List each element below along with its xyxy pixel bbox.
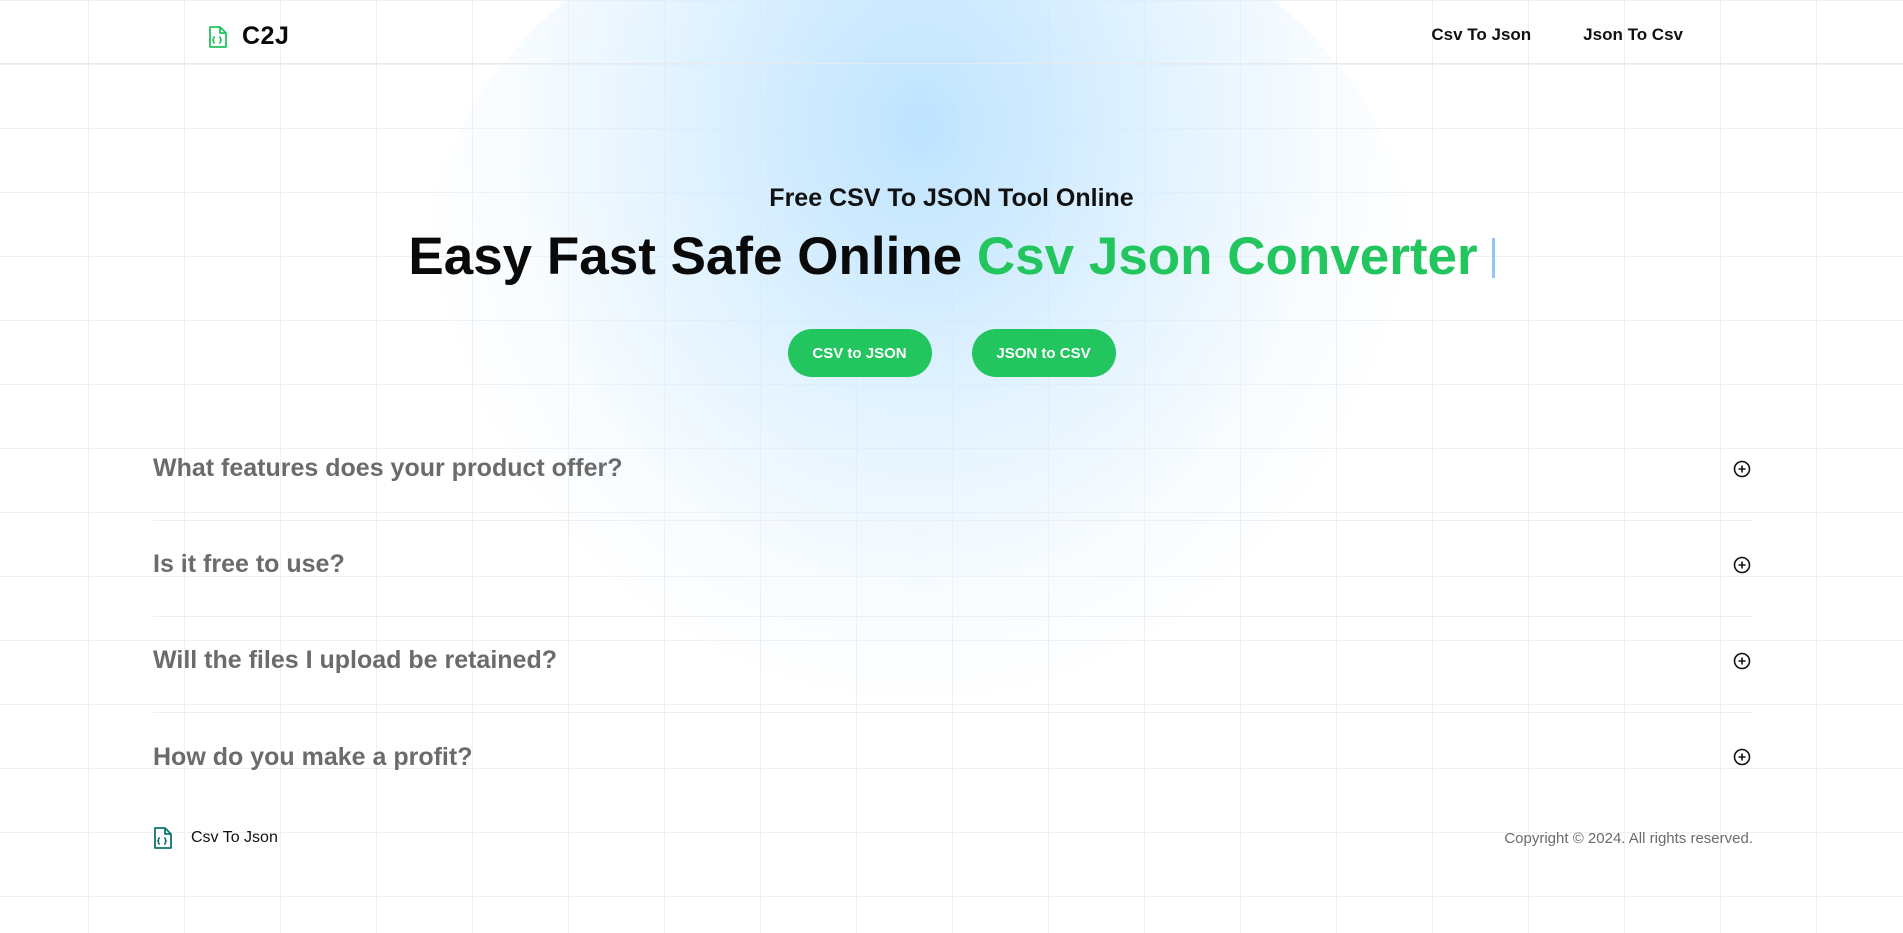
logo-link[interactable]: C2J: [208, 22, 289, 51]
faq-list: What features does your product offer? I…: [153, 425, 1753, 809]
faq-item[interactable]: How do you make a profit?: [153, 713, 1753, 809]
footer: Csv To Json Copyright © 2024. All rights…: [153, 826, 1753, 850]
logo-text: C2J: [242, 22, 290, 50]
faq-item[interactable]: Will the files I upload be retained?: [153, 617, 1753, 713]
hero-buttons: CSV to JSON JSON to CSV: [0, 329, 1903, 377]
plus-circle-icon[interactable]: [1733, 556, 1751, 574]
hero-title-accent: Csv Json Converter: [976, 227, 1478, 286]
typing-caret: [1491, 238, 1495, 278]
hero-title: Easy Fast Safe Online Csv Json Converter: [0, 226, 1903, 287]
main-nav: Csv To Json Json To Csv: [1431, 25, 1683, 45]
plus-circle-icon[interactable]: [1733, 460, 1751, 478]
faq-question: Will the files I upload be retained?: [153, 646, 557, 674]
footer-brand-text: Csv To Json: [191, 829, 278, 846]
faq-question: What features does your product offer?: [153, 454, 623, 482]
page: C2J Csv To Json Json To Csv Free CSV To …: [0, 0, 1903, 933]
faq-item[interactable]: Is it free to use?: [153, 521, 1753, 617]
csv-to-json-button[interactable]: CSV to JSON: [787, 329, 932, 377]
nav-link-csv-to-json[interactable]: Csv To Json: [1431, 25, 1531, 45]
faq-question: How do you make a profit?: [153, 742, 473, 771]
json-to-csv-button[interactable]: JSON to CSV: [971, 329, 1116, 377]
plus-circle-icon[interactable]: [1733, 748, 1751, 766]
json-file-icon: [209, 25, 227, 48]
top-header: C2J Csv To Json Json To Csv: [0, 0, 1903, 64]
json-file-icon: [154, 827, 172, 849]
plus-circle-icon[interactable]: [1733, 652, 1751, 670]
faq-item[interactable]: What features does your product offer?: [153, 425, 1753, 521]
hero-title-plain: Easy Fast Safe Online: [408, 227, 977, 286]
footer-brand-link[interactable]: Csv To Json: [153, 826, 278, 850]
copyright-text: Copyright © 2024. All rights reserved.: [1504, 829, 1753, 847]
hero-subtitle: Free CSV To JSON Tool Online: [769, 184, 1134, 212]
nav-link-json-to-csv[interactable]: Json To Csv: [1583, 25, 1683, 45]
faq-question: Is it free to use?: [153, 550, 345, 578]
